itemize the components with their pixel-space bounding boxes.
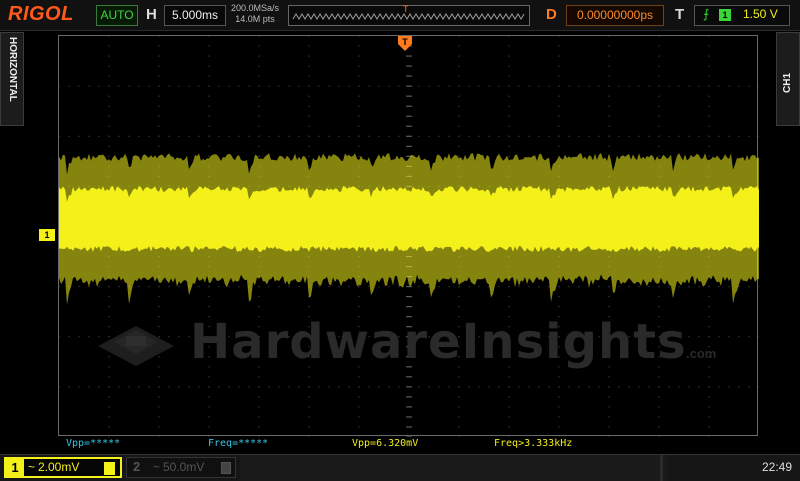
measurement-vpp-ch1[interactable]: Vpp=6.320mV [352,437,418,451]
ac-coupling-icon: ~ [153,460,161,474]
delay-label: D [546,6,557,23]
horizontal-label: H [146,6,157,23]
hardwareinsights-logo-watermark [98,326,174,366]
ch2-number: 2 [133,459,141,474]
measurement-vpp-ch2[interactable]: Vpp=***** [66,437,120,451]
waveform-graticule [59,36,759,437]
ch1-offset-marker[interactable]: 1 [39,229,55,241]
rigol-logo: RIGOL [8,3,74,25]
watermark-suffix: .com [686,346,717,361]
trigger-position-arrow-icon[interactable]: T [398,36,412,52]
memory-position-strip[interactable]: T [288,4,530,26]
top-status-bar: RIGOL AUTO H 5.000ms 200.0MSa/s 14.0M pt… [0,0,800,31]
memory-depth: 14.0M pts [235,14,275,24]
bandwidth-limit-icon [221,462,231,474]
measurement-row: Vpp=***** Freq=***** Vpp=6.320mV Freq>3.… [58,437,758,451]
ch1-menu-tab[interactable]: CH1 [776,32,800,126]
trigger-level-value: 1.50 V [743,7,778,21]
trigger-position-marker: T [403,4,409,14]
trigger-settings[interactable]: ⨍ 1 1.50 V [694,5,790,26]
ch1-scale: 2.00mV [38,460,80,474]
ac-coupling-icon: ~ [28,460,36,474]
horizontal-menu-tab[interactable]: HORIZONTAL [0,32,24,126]
waveform-display[interactable] [58,35,759,437]
measurement-freq-ch2[interactable]: Freq=***** [208,437,268,451]
timebase-value[interactable]: 5.000ms [164,5,226,26]
trigger-label: T [675,6,685,23]
ch1-settings-box[interactable]: 1 ~ 2.00mV [4,457,122,478]
horizontal-tab-label: HORIZONTAL [7,37,18,102]
sample-rate: 200.0MSa/s [230,3,280,13]
bottom-bar-divider [660,455,663,481]
trigger-arrow-label: T [402,37,408,47]
acquisition-info: 200.0MSa/s 14.0M pts [230,3,280,25]
bandwidth-limit-icon [104,462,115,475]
trigger-source-badge: 1 [719,9,731,21]
ch1-tab-label: CH1 [782,72,793,93]
bottom-bar-spacer [240,455,668,481]
delay-value[interactable]: 0.00000000ps [566,5,664,26]
clock: 22:49 [761,460,792,474]
ch2-settings-box[interactable]: 2 ~ 50.0mV [126,457,236,478]
measurement-freq-ch1[interactable]: Freq>3.333kHz [494,437,572,451]
ch1-number: 1 [6,459,24,476]
memory-waveform-overview [292,13,525,20]
trigger-mode-indicator[interactable]: AUTO [96,5,138,26]
watermark-text: HardwareInsights [190,314,687,370]
ch2-scale: 50.0mV [163,460,205,474]
rising-edge-icon: ⨍ [703,7,710,21]
bottom-channel-bar: 1 ~ 2.00mV 2 ~ 50.0mV 22:49 [0,454,800,481]
